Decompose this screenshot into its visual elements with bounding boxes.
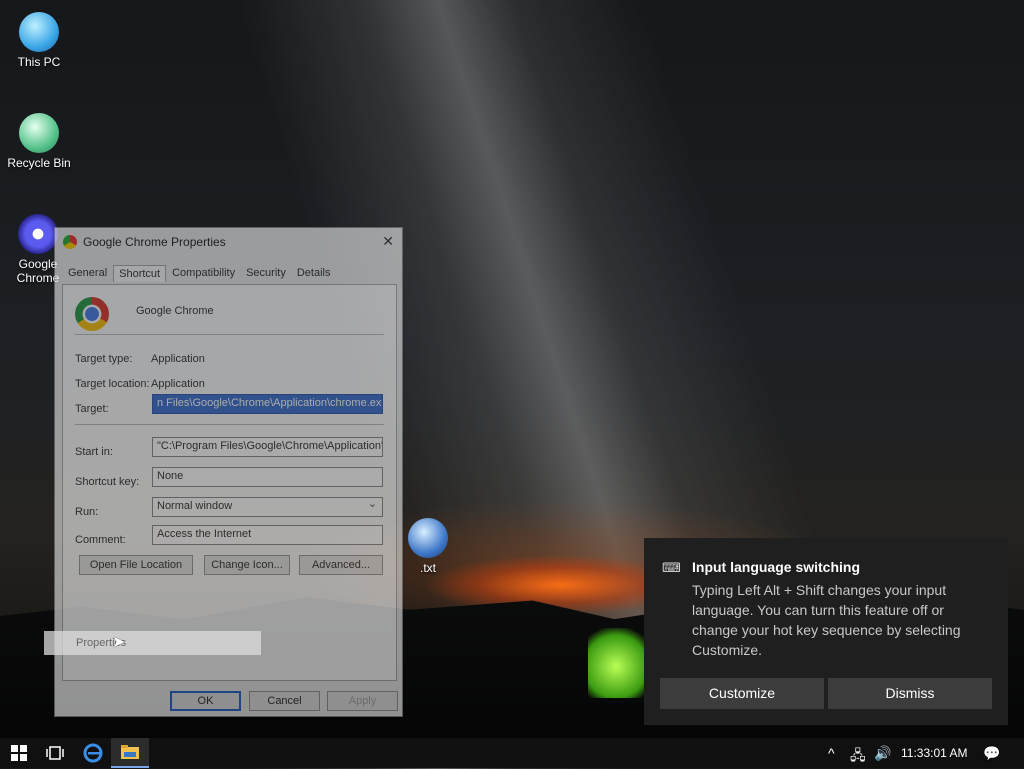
mouse-pointer-icon: ➤ [112,634,126,651]
apply-button[interactable]: Apply [327,691,398,711]
target-type-value: Application [151,353,205,365]
dialog-titlebar: Google Chrome Properties [55,228,402,256]
toast-body: Typing Left Alt + Shift changes your inp… [692,582,961,658]
divider [75,334,384,335]
recycle-bin-icon [19,113,59,153]
this-pc-icon [19,12,59,52]
target-input[interactable]: n Files\Google\Chrome\Application\chrome… [152,394,383,414]
close-icon[interactable]: ✕ [382,233,394,250]
volume-icon[interactable]: 🔊 [874,745,891,762]
cancel-button[interactable]: Cancel [249,691,320,711]
dialog-title: Google Chrome Properties [83,235,226,249]
advanced-button[interactable]: Advanced... [299,555,383,575]
show-hidden-icons-chevron-icon[interactable]: ^ [828,745,835,761]
start-in-input[interactable]: "C:\Program Files\Google\Chrome\Applicat… [152,437,383,457]
tab-shortcut[interactable]: Shortcut [113,265,167,282]
tab-strip: General Shortcut Compatibility Security … [63,265,336,282]
network-icon[interactable]: 🖧 [850,745,866,769]
comment-input[interactable]: Access the Internet [152,525,383,545]
customize-button[interactable]: Customize [660,678,824,709]
desktop-icon-label: This PC [17,55,61,69]
chrome-icon [75,297,109,331]
desktop-icon-recycle-bin[interactable]: Recycle Bin [0,113,79,170]
tab-security[interactable]: Security [241,265,291,282]
toast-title: Input language switching [692,559,860,575]
chrome-icon [63,235,77,249]
desktop-icon-label: Recycle Bin [7,156,71,170]
change-icon-button[interactable]: Change Icon... [204,555,290,575]
file-explorer-button[interactable] [111,738,149,768]
comment-label: Comment: [75,534,126,546]
target-label: Target: [75,403,109,415]
start-in-label: Start in: [75,446,113,458]
desktop-icon-this-pc[interactable]: This PC [0,12,79,69]
divider [75,424,384,425]
ok-button[interactable]: OK [170,691,241,711]
tab-compatibility[interactable]: Compatibility [167,265,240,282]
tab-general[interactable]: General [63,265,112,282]
shortcut-tab-panel: Google Chrome Target type: Application T… [62,284,397,681]
target-location-label: Target location: [75,378,150,390]
folder-icon [121,745,139,759]
keyboard-icon: ⌨ [662,560,681,575]
run-label: Run: [75,506,99,518]
action-center-icon[interactable]: 💬 [983,745,1000,762]
windows-logo-icon [11,745,27,761]
input-language-toast: ⌨ Input language switching Typing Left A… [644,538,1008,725]
edge-icon [83,743,103,763]
task-view-icon [46,746,64,760]
shortcut-key-label: Shortcut key: [75,476,140,488]
task-view-button[interactable] [36,738,74,768]
start-button[interactable] [0,738,38,768]
edge-button[interactable] [74,738,112,768]
tab-details[interactable]: Details [292,265,336,282]
shortcut-key-input[interactable]: None [152,467,383,487]
system-clock[interactable]: 11:33:01 AM [901,746,968,760]
dismiss-button[interactable]: Dismiss [828,678,992,709]
target-location-value: Application [151,378,205,390]
open-file-location-button[interactable]: Open File Location [79,555,193,575]
taskbar: ^ 🖧 🔊 11:33:01 AM 💬 [0,738,1024,768]
text-file-icon [408,518,448,558]
target-type-label: Target type: [75,353,133,365]
app-name: Google Chrome [136,305,214,317]
run-select[interactable]: Normal window [152,497,383,517]
context-menu-item-properties[interactable]: Properties [44,631,261,655]
chrome-icon [18,214,58,254]
